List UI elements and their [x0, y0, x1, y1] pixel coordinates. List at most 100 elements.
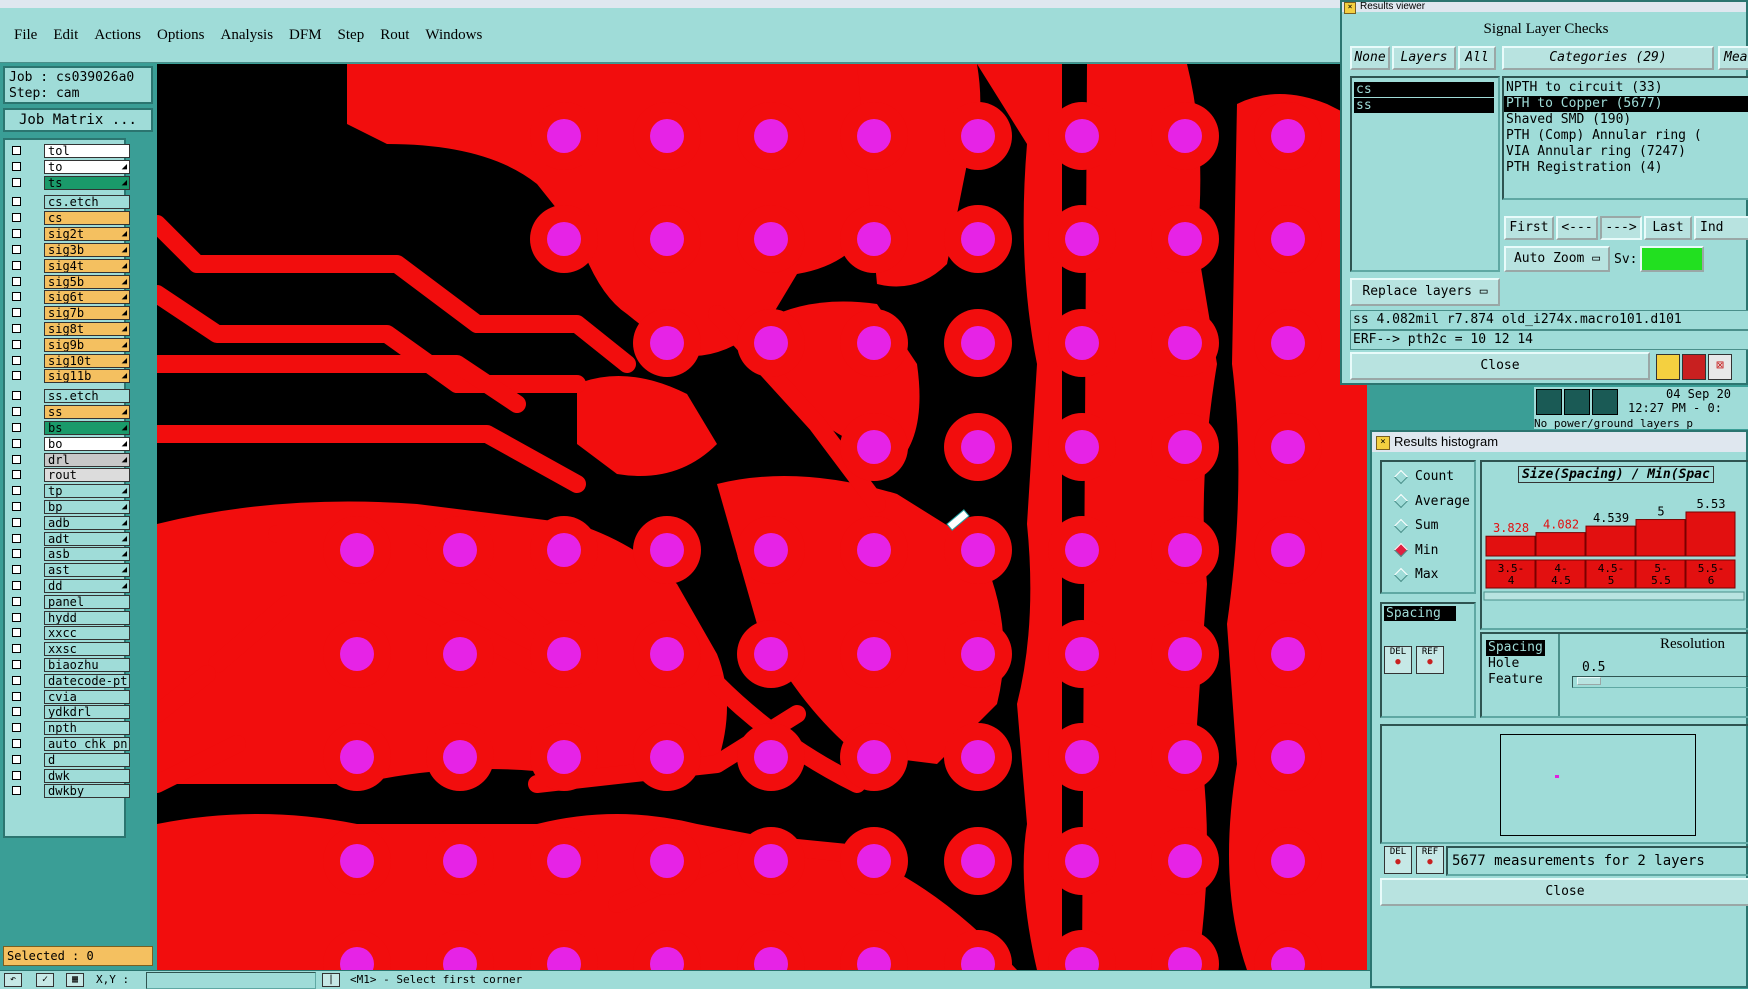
layer-row-ast[interactable]: ast ◢ [8, 563, 130, 578]
layer-name[interactable]: adb ◢ [44, 515, 130, 530]
layer-checkbox[interactable] [12, 161, 21, 171]
menu-windows[interactable]: Windows [425, 27, 482, 44]
layer-row-tol[interactable]: tol [8, 144, 130, 159]
layer-item-ss[interactable]: ss [1354, 98, 1494, 113]
layer-row-drl[interactable]: drl ◢ [8, 452, 130, 468]
category-item[interactable]: VIA Annular ring (7247) [1504, 144, 1748, 160]
layer-checkbox[interactable] [12, 549, 21, 559]
layer-checkbox[interactable] [12, 308, 21, 318]
layer-name[interactable]: cs [44, 211, 130, 226]
layer-row-bs[interactable]: bs ◢ [8, 421, 130, 436]
histogram-scrollbar[interactable] [1483, 591, 1745, 601]
index-button[interactable]: Ind [1694, 216, 1748, 240]
layer-name[interactable]: sig5b ◢ [44, 274, 130, 289]
layer-checkbox[interactable] [12, 177, 21, 187]
layer-name[interactable]: drl ◢ [44, 452, 130, 467]
layer-name[interactable]: tp ◢ [44, 484, 130, 499]
categories-button[interactable]: Categories (29) [1502, 46, 1714, 70]
severity-dropdown[interactable] [1640, 246, 1704, 272]
layer-checkbox[interactable] [12, 229, 21, 239]
pcb-canvas[interactable] [157, 64, 1367, 970]
layer-checkbox[interactable] [12, 770, 21, 780]
menu-dfm[interactable]: DFM [289, 27, 322, 44]
layer-name[interactable]: hydd [44, 610, 130, 625]
layer-checkbox[interactable] [12, 786, 21, 796]
layer-row-to[interactable]: to ◢ [8, 159, 130, 175]
layer-row-xxsc[interactable]: xxsc [8, 642, 130, 657]
layer-checkbox[interactable] [12, 754, 21, 764]
del-button[interactable]: DEL ● [1384, 646, 1412, 674]
layers-listbox[interactable]: cs ss [1350, 76, 1500, 272]
board-preview[interactable] [1500, 734, 1696, 836]
ref-button[interactable]: REF ● [1416, 646, 1444, 674]
layer-name[interactable]: auto_chk_pn [44, 737, 130, 751]
menu-rout[interactable]: Rout [380, 27, 409, 44]
layer-row-biaozhu[interactable]: biaozhu [8, 658, 130, 673]
layer-checkbox[interactable] [12, 723, 21, 733]
layer-name[interactable]: xxsc [44, 642, 130, 657]
layer-name[interactable]: xxcc [44, 626, 130, 641]
layer-name[interactable]: dd ◢ [44, 579, 130, 593]
layer-name[interactable]: sig8t ◢ [44, 322, 130, 336]
category-item[interactable]: PTH (Comp) Annular ring ( [1504, 128, 1748, 144]
layer-row-rout[interactable]: rout [8, 468, 130, 483]
layer-name[interactable]: ss ◢ [44, 405, 130, 420]
layer-row-auto_chk_pn[interactable]: auto_chk_pn [8, 737, 130, 752]
layer-row-bo[interactable]: bo ◢ [8, 436, 130, 452]
layer-row-adt[interactable]: adt ◢ [8, 531, 130, 547]
layer-name[interactable]: sig3b ◢ [44, 243, 130, 257]
first-button[interactable]: First [1504, 216, 1554, 240]
layer-item-cs[interactable]: cs [1354, 82, 1494, 97]
run-all-icon[interactable] [1564, 389, 1590, 415]
none-button[interactable]: None [1350, 46, 1390, 70]
layer-name[interactable]: cs.etch [44, 195, 130, 210]
layer-row-ydkdrl[interactable]: ydkdrl [8, 705, 130, 720]
layer-name[interactable]: sig11b ◢ [44, 369, 130, 384]
layer-name[interactable]: sig7b ◢ [44, 306, 130, 321]
layer-checkbox[interactable] [12, 707, 21, 717]
layer-checkbox[interactable] [12, 486, 21, 496]
layer-row-sig11b[interactable]: sig11b ◢ [8, 369, 130, 384]
menu-analysis[interactable]: Analysis [221, 27, 274, 44]
layer-name[interactable]: sig2t ◢ [44, 227, 130, 242]
layer-name[interactable]: ast ◢ [44, 563, 130, 578]
prev-button[interactable]: <--- [1556, 216, 1598, 240]
layer-row-sig7b[interactable]: sig7b ◢ [8, 306, 130, 321]
layer-checkbox[interactable] [12, 470, 21, 480]
radio-average[interactable]: Average [1393, 491, 1470, 513]
category-item[interactable]: PTH Registration (4) [1504, 160, 1748, 176]
layer-checkbox[interactable] [12, 276, 21, 286]
last-button[interactable]: Last [1644, 216, 1692, 240]
layer-name[interactable]: ydkdrl [44, 705, 130, 720]
layer-checkbox[interactable] [12, 660, 21, 669]
layer-name[interactable]: sig9b ◢ [44, 337, 130, 352]
category-item[interactable]: NPTH to circuit (33) [1504, 80, 1748, 96]
layer-name[interactable]: tol [44, 144, 130, 158]
layer-row-dwkby[interactable]: dwkby [8, 784, 130, 799]
window-close-icon[interactable]: × [1376, 436, 1390, 450]
layer-row-ss.etch[interactable]: ss.etch [8, 389, 130, 404]
layer-row-ss[interactable]: ss ◢ [8, 405, 130, 420]
radio-sum[interactable]: Sum [1393, 515, 1438, 537]
layer-row-sig2t[interactable]: sig2t ◢ [8, 227, 130, 242]
layer-name[interactable]: ts ◢ [44, 175, 130, 190]
layer-row-cvia[interactable]: cvia [8, 689, 130, 705]
results-close-button[interactable]: Close [1350, 352, 1650, 380]
layer-name[interactable]: adt ◢ [44, 531, 130, 546]
layer-row-cs[interactable]: cs [8, 211, 130, 226]
menu-options[interactable]: Options [157, 27, 205, 44]
layer-row-dd[interactable]: dd ◢ [8, 579, 130, 594]
menu-file[interactable]: File [14, 27, 37, 44]
auto-zoom-dropdown[interactable]: Auto Zoom ▭ [1504, 246, 1610, 272]
job-matrix-button[interactable]: Job Matrix ... [3, 108, 153, 132]
layer-checkbox[interactable] [12, 260, 21, 270]
layer-checkbox[interactable] [12, 355, 21, 365]
layer-row-hydd[interactable]: hydd [8, 610, 130, 626]
histogram-close-button[interactable]: Close [1380, 878, 1748, 906]
menu-step[interactable]: Step [338, 27, 365, 44]
layer-name[interactable]: cvia [44, 689, 130, 704]
histogram-bar[interactable] [1485, 535, 1536, 557]
layer-name[interactable]: biaozhu [44, 658, 130, 672]
stat-item-spacing[interactable]: Spacing [1384, 606, 1456, 621]
layer-row-asb[interactable]: asb ◢ [8, 547, 130, 562]
